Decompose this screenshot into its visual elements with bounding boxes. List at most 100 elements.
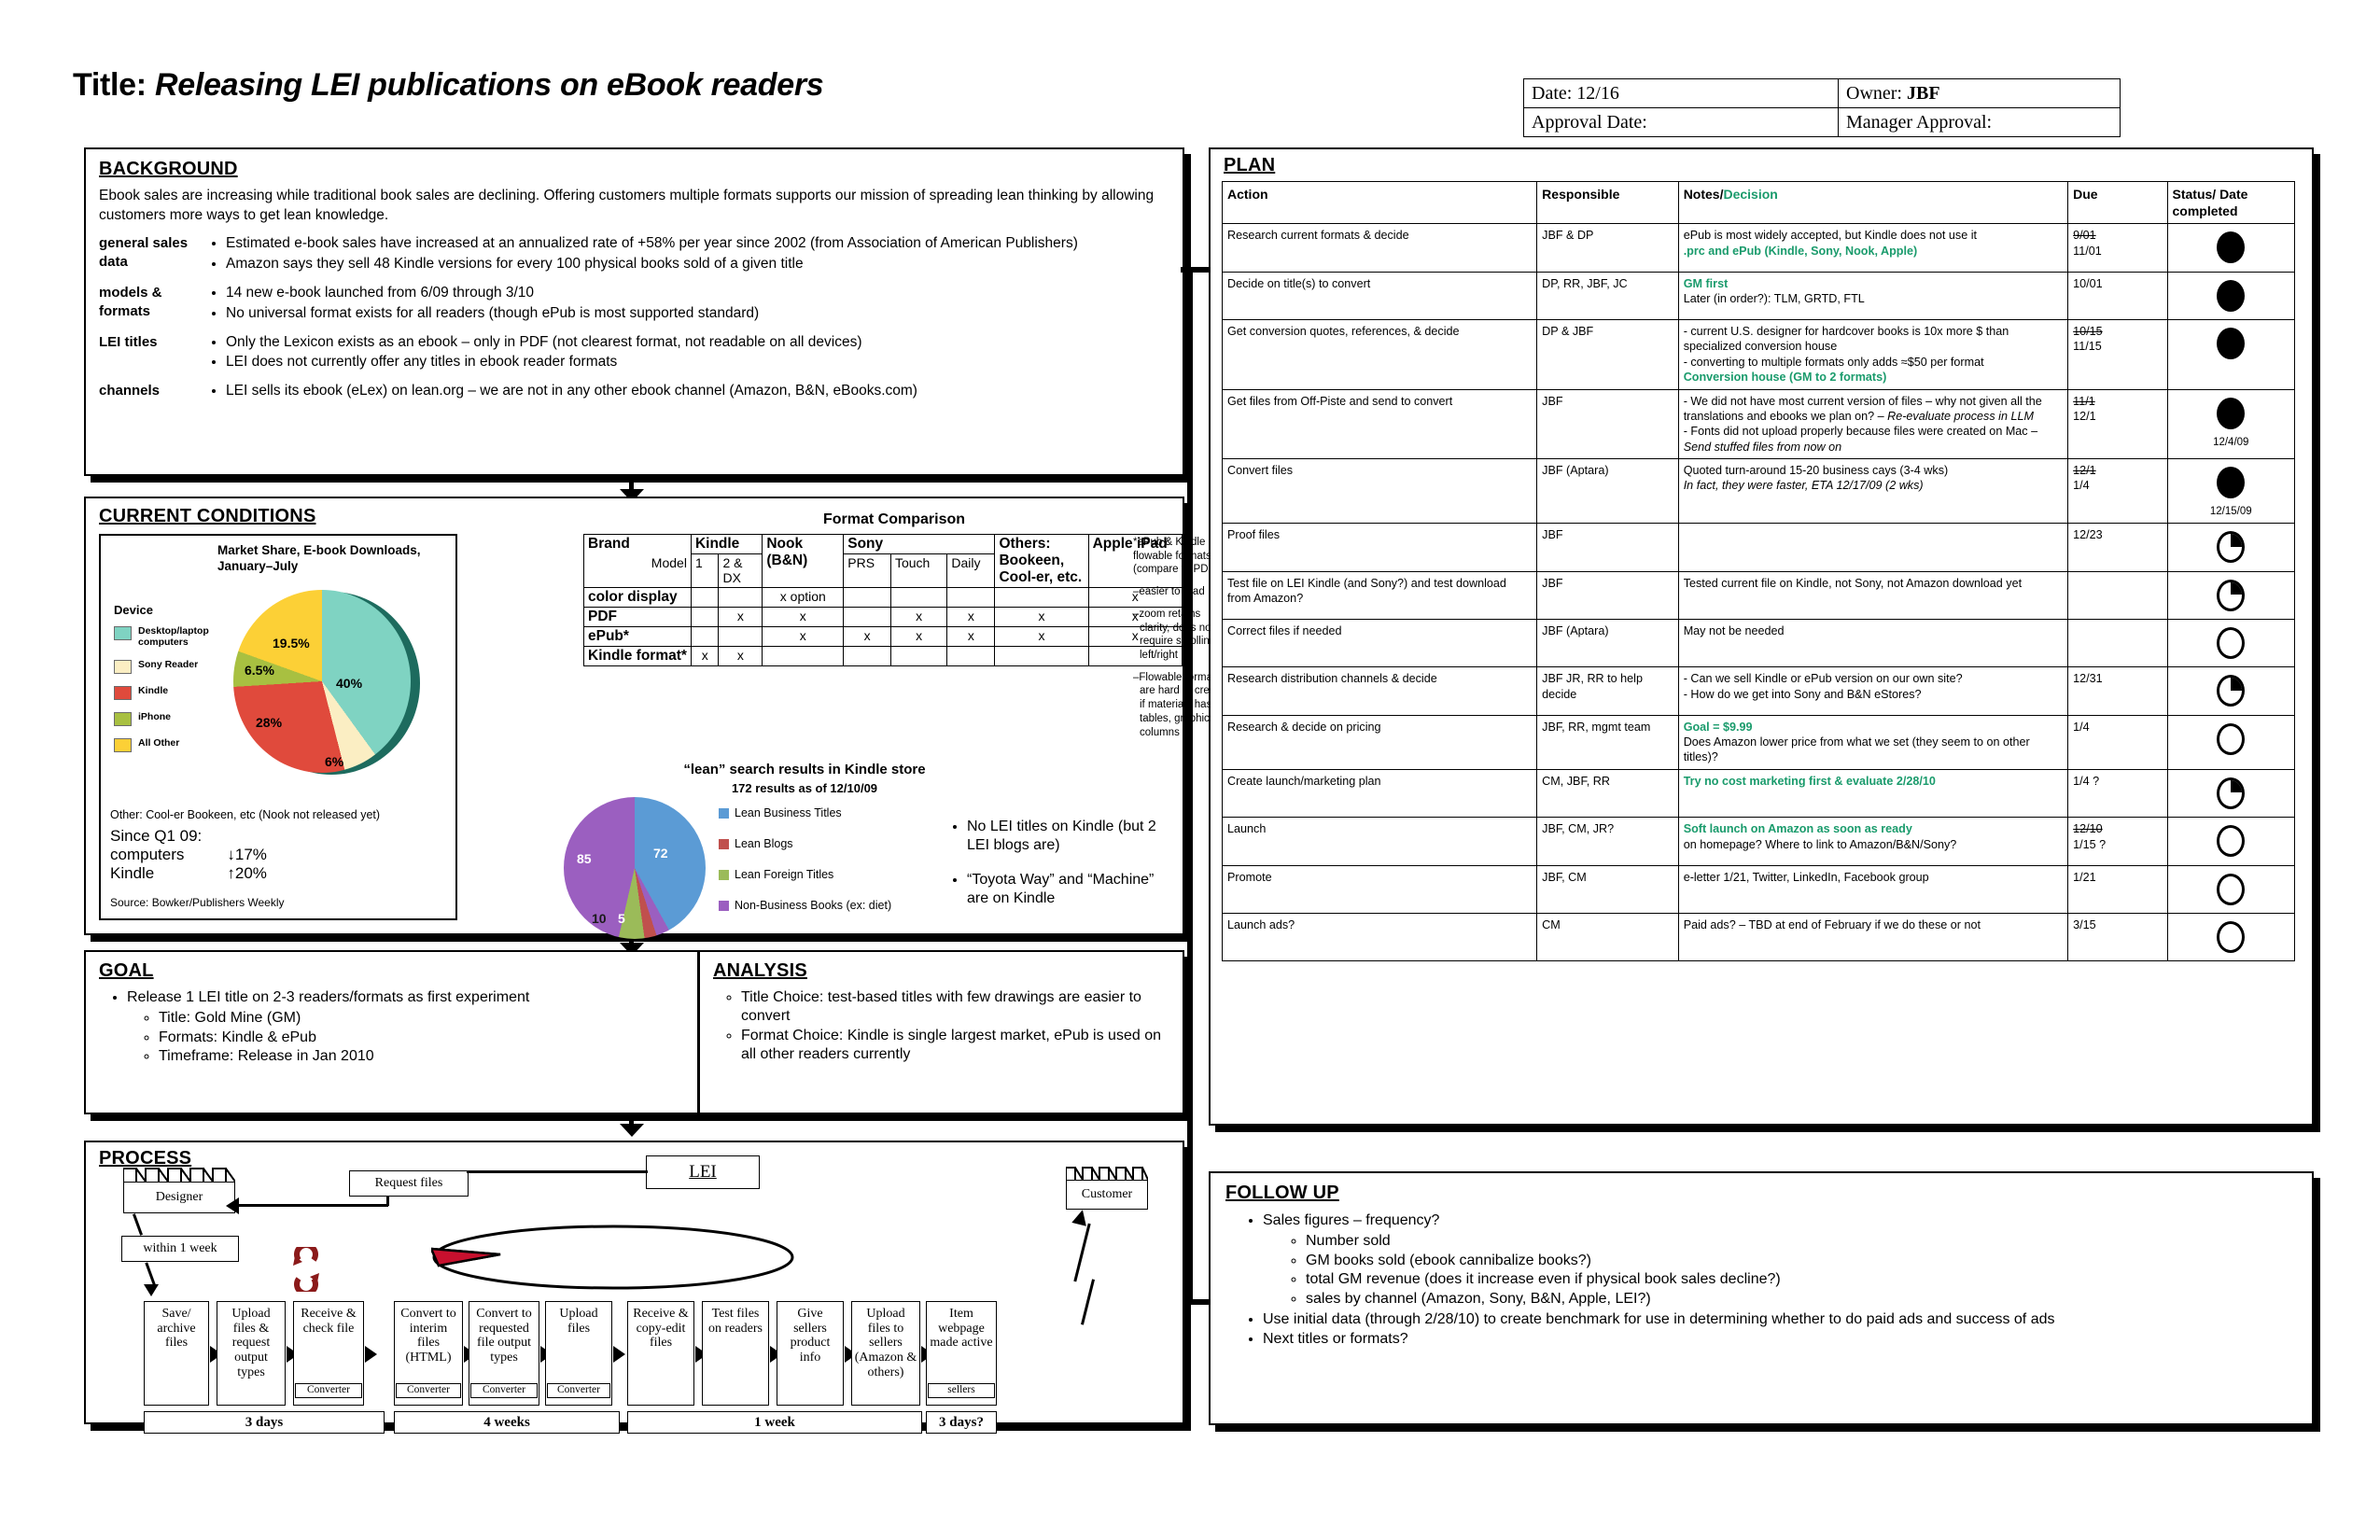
plan-notes-cell [1677,523,2069,572]
process-step-box: Upload files & request output types [217,1301,286,1406]
background-bullet-list: Estimated e-book sales have increased at… [202,234,1171,274]
since-value: ↓17% [227,846,267,864]
right-arrow-icon [613,1346,625,1363]
follow-up-heading: FOLLOW UP [1225,1183,1339,1203]
table-row: Brand Kindle Nook (B&N) Sony Others: Boo… [583,533,1183,588]
approval-date-cell: Approval Date: [1523,107,1839,137]
process-step-tag: sellers [928,1383,995,1398]
plan-action-cell: Research distribution channels & decide [1221,666,1538,716]
legend-swatch [719,838,729,849]
background-bullet-list: LEI sells its ebook (eLex) on lean.org –… [202,382,1171,401]
plan-status-cell [2166,618,2295,668]
plan-notes-cell: ePub is most widely accepted, but Kindle… [1677,223,2069,273]
legend-swatch [114,660,132,675]
plan-action-cell: Proof files [1221,523,1538,572]
process-designer-box: Designer [123,1182,235,1213]
list-item: Release 1 LEI title on 2-3 readers/forma… [127,988,688,1066]
plan-status-cell [2166,714,2295,770]
pie-value-label: 40% [336,676,363,691]
group-others: Others: Bookeen, Cool-er, etc. [994,534,1089,588]
plan-decision: GM first [1683,276,1729,290]
plan-due-cell: 12/1 1/4 [2067,457,2168,525]
pie-value-label: 6% [325,754,344,769]
list-item: Only the Lexicon exists as an ebook – on… [226,333,1171,353]
since-label: computers [110,846,185,864]
plan-table: Action Responsible Notes/Decision Due St… [1221,180,2295,962]
list-item: Title: Gold Mine (GM) [159,1009,688,1028]
status-indicator-full [2217,397,2246,429]
plan-status-cell [2166,570,2295,620]
page-title: Title: Releasing LEI publications on eBo… [73,67,824,104]
table-row: Date: 12/16 Owner: JBF [1523,78,2121,108]
table-row: Kindle format* x x [583,646,1183,666]
table-row: Create launch/marketing plan CM, JBF, RR T… [1221,768,2295,819]
feedback-loop-icon [431,1225,794,1290]
status-indicator-full [2217,328,2246,360]
current-conditions-section: CURRENT CONDITIONS Market Share, E-book … [84,497,1225,939]
process-section: PROCESS Designer LEI Request files withi… [84,1141,1184,1434]
pie-value-label: 72 [653,846,668,861]
vertical-flow-connector [1187,267,1193,1305]
legend-item: Sony Reader [114,659,235,675]
plan-note: on homepage? Where to link to Amazon/B&N… [1683,837,1957,851]
factory-roof-icon [1066,1167,1148,1180]
plan-notes-cell: Paid ads? – TBD at end of February if we… [1677,912,2069,962]
pie-chart-title: Market Share, E-book Downloads, January–… [217,543,421,573]
plan-decision: .prc and ePub (Kindle, Sony, Nook, Apple… [1683,244,1918,258]
plan-due-cell: 12/31 [2067,666,2168,716]
table-row: Research current formats & decide JBF & D… [1221,223,2295,273]
plan-notes-cell: Goal = $9.99 Does Amazon lower price from… [1677,714,2069,770]
legend-label: iPhone [138,711,172,723]
format-comparison-table: Brand Kindle Nook (B&N) Sony Others: Boo… [583,533,1183,666]
plan-due-old: 11/1 [2073,394,2095,408]
goal-heading: GOAL [99,960,154,981]
factory-roof-icon [123,1168,235,1182]
plan-note: - How do we get into Sony and B&N eStore… [1683,687,1922,701]
plan-notes-cell: - We did not have most current version o… [1677,388,2069,459]
status-indicator-empty [2217,920,2246,953]
table-row: Proof files JBF 12/23 [1221,523,2295,572]
legend-label: Lean Business Titles [735,806,842,819]
model-kindle-2dx: 2 & DX [718,553,763,588]
lean-search-bullets: No LEI titles on Kindle (but 2 LEI blogs… [943,818,1176,924]
plan-notes-cell: - current U.S. designer for hardcover bo… [1677,319,2069,390]
format-row-label: color display [583,587,692,608]
plan-due-cell: 10/15 11/15 [2067,319,2168,390]
col-notes-decision: Notes/Decision [1677,180,2069,225]
list-item: Use initial data (through 2/28/10) to cr… [1263,1310,2297,1330]
list-item: “Toyota Way” and “Machine” are on Kindle [967,871,1176,907]
plan-action-cell: Test file on LEI Kindle (and Sony?) and … [1221,570,1538,620]
pie-value-label: 28% [256,715,283,730]
plan-status-cell [2166,912,2295,962]
table-row: computers ↓17% [110,846,273,864]
process-request-files-box: Request files [349,1170,469,1197]
col-status: Status/ Date completed [2166,180,2295,225]
flow-connector [1181,1299,1211,1305]
plan-responsible-cell: JBF (Aptara) [1536,618,1679,668]
background-row: LEI titles Only the Lexicon exists as an … [99,333,1171,374]
list-item: Formats: Kindle & ePub [159,1029,688,1047]
plan-due-current: 1/4 [2073,720,2090,734]
plan-responsible-cell: DP, RR, JBF, JC [1536,271,1679,321]
brand-label: Brand [583,533,692,554]
table-row: Launch JBF, CM, JR? Soft launch on Amazon … [1221,817,2295,866]
pie-source: Source: Bowker/Publishers Weekly [110,896,285,909]
plan-note: Quoted turn-around 15-20 business cays (… [1683,463,1949,477]
plan-notes-cell: e-letter 1/21, Twitter, LinkedIn, Facebo… [1677,864,2069,914]
plan-responsible-cell: DP & JBF [1536,319,1679,390]
list-item: sales by channel (Amazon, Sony, B&N, App… [1306,1290,2297,1309]
list-item: Amazon says they sell 48 Kindle versions… [226,255,1171,274]
format-cell [946,646,996,666]
plan-action-cell: Get conversion quotes, references, & dec… [1221,319,1538,390]
down-arrow-icon [620,1124,644,1137]
pie-value-label: 5 [618,911,625,926]
background-bullet-list: 14 new e-book launched from 6/09 through… [202,284,1171,324]
plan-note: Does Amazon lower price from what we set… [1683,735,2030,764]
table-header-row: Action Responsible Notes/Decision Due St… [1221,180,2295,225]
goal-sublist: Title: Gold Mine (GM)Formats: Kindle & e… [127,1009,688,1066]
plan-due-current: 11/01 [2073,244,2102,258]
lean-search-legend: Lean Business Titles Lean Blogs Lean Forei… [719,806,891,930]
flow-connector [467,1170,648,1173]
table-row: Get files from Off-Piste and send to con… [1221,388,2295,459]
background-row: models & formats 14 new e-book launched f… [99,284,1171,325]
